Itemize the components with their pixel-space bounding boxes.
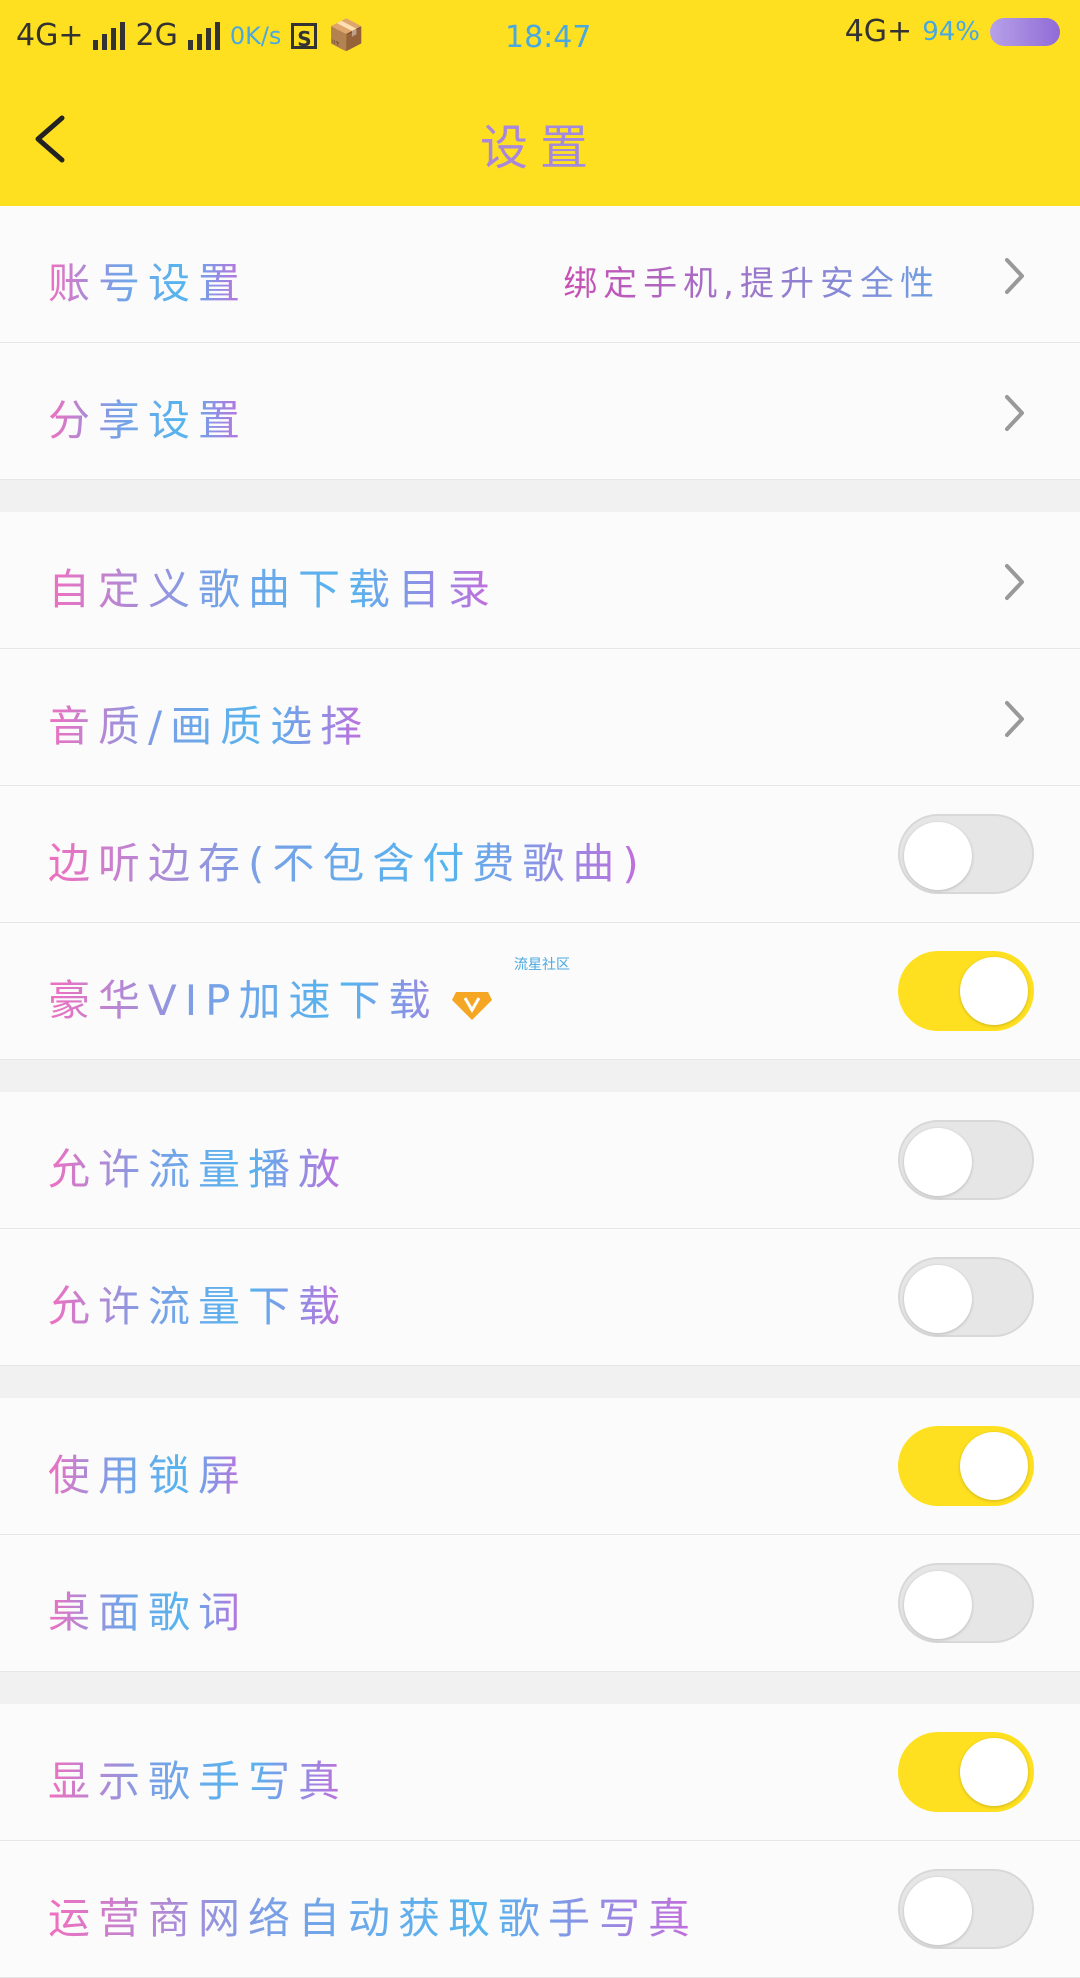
battery-percent: 94% [922, 16, 980, 47]
chevron-right-icon [1005, 258, 1024, 294]
toggle-switch[interactable] [898, 1563, 1034, 1643]
settings-row-label: 豪华VIP加速下载 [48, 967, 493, 1028]
settings-row-label: 运营商网络自动获取歌手写真 [48, 1885, 698, 1946]
toggle-switch[interactable] [898, 1120, 1034, 1200]
wifi-box-icon: 📦 [327, 18, 365, 53]
settings-row[interactable]: 自定义歌曲下载目录 [0, 512, 1080, 649]
network-type-2: 2G [135, 18, 178, 53]
toggle-knob [904, 822, 972, 890]
settings-row: 允许流量下载 [0, 1229, 1080, 1366]
settings-row-label: 边听边存(不包含付费歌曲) [48, 830, 647, 891]
network-type-1: 4G+ [16, 18, 84, 53]
settings-row: 允许流量播放 [0, 1092, 1080, 1229]
chevron-right-icon [1005, 564, 1024, 600]
settings-row-label: 账号设置 [48, 250, 248, 311]
toggle-switch[interactable] [898, 1257, 1034, 1337]
signal-icon [93, 21, 126, 50]
toggle-knob [960, 957, 1028, 1025]
network-speed: 0K/s [229, 21, 282, 50]
toggle-switch[interactable] [898, 1732, 1034, 1812]
settings-row-label: 桌面歌词 [48, 1579, 248, 1640]
settings-row: 豪华VIP加速下载 [0, 923, 1080, 1060]
header-background: 4G+ 2G 0K/s S 📦 18:47 4G+ 94% 设置 [0, 0, 1080, 206]
settings-row-label: 显示歌手写真 [48, 1748, 348, 1809]
vip-diamond-icon [452, 991, 493, 1020]
settings-row-label: 自定义歌曲下载目录 [48, 556, 498, 617]
settings-row-hint: 绑定手机,提升安全性 [563, 256, 940, 305]
toggle-switch[interactable] [898, 1869, 1034, 1949]
section-divider [0, 1366, 1080, 1398]
settings-row: 边听边存(不包含付费歌曲) [0, 786, 1080, 923]
toggle-knob [904, 1265, 972, 1333]
network-type-right: 4G+ [844, 14, 913, 49]
settings-row-label: 允许流量播放 [48, 1136, 348, 1197]
section-divider [0, 1672, 1080, 1704]
signal-icon-2 [187, 21, 220, 50]
nav-bar: 设置 [0, 76, 1080, 206]
section-divider [0, 1060, 1080, 1092]
settings-row-label: 分享设置 [48, 387, 248, 448]
settings-row[interactable]: 音质/画质选择 [0, 649, 1080, 786]
toggle-knob [904, 1877, 972, 1945]
watermark: 流星社区 [514, 957, 570, 973]
settings-row-label: 音质/画质选择 [48, 693, 370, 754]
battery-icon [990, 17, 1060, 46]
toggle-switch[interactable] [898, 951, 1034, 1031]
page-title: 设置 [0, 108, 1080, 178]
status-bar: 4G+ 2G 0K/s S 📦 18:47 4G+ 94% [0, 0, 1080, 76]
settings-row-label: 使用锁屏 [48, 1442, 248, 1503]
settings-row: 运营商网络自动获取歌手写真 [0, 1841, 1080, 1978]
settings-row: 显示歌手写真 [0, 1704, 1080, 1841]
toggle-switch[interactable] [898, 814, 1034, 894]
chevron-right-icon [1005, 701, 1024, 737]
clock: 18:47 [505, 20, 592, 55]
toggle-knob [960, 1432, 1028, 1500]
settings-row[interactable]: 账号设置 绑定手机,提升安全性 [0, 206, 1080, 343]
toggle-knob [904, 1128, 972, 1196]
toggle-switch[interactable] [898, 1426, 1034, 1506]
toggle-knob [960, 1738, 1028, 1806]
settings-row-label: 允许流量下载 [48, 1273, 348, 1334]
settings-list: 账号设置 绑定手机,提升安全性分享设置自定义歌曲下载目录 音质/画质选择边听边存(不… [0, 206, 1080, 1978]
toggle-knob [904, 1571, 972, 1639]
chevron-right-icon [1005, 395, 1024, 431]
section-divider [0, 480, 1080, 512]
s-app-icon: S [291, 22, 318, 51]
settings-row: 使用锁屏 [0, 1398, 1080, 1535]
settings-row: 桌面歌词 [0, 1535, 1080, 1672]
settings-row[interactable]: 分享设置 [0, 343, 1080, 480]
